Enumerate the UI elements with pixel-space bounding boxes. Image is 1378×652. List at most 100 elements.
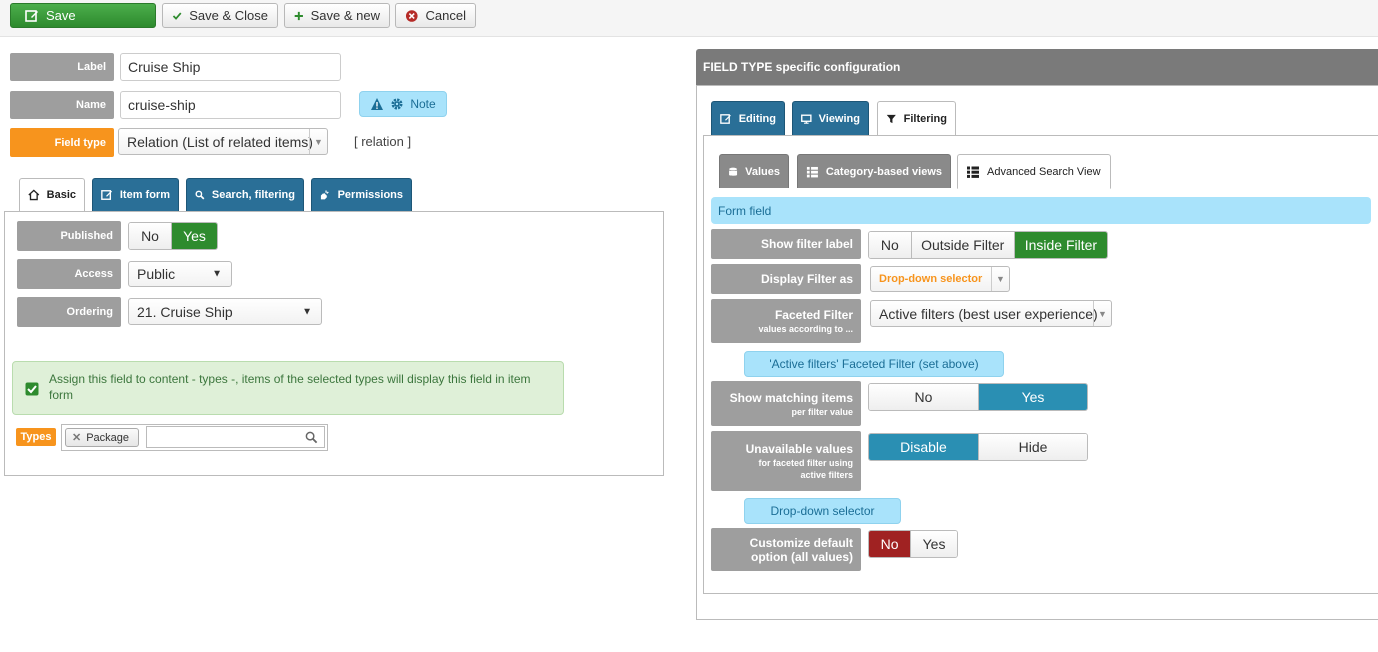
monitor-icon — [801, 114, 812, 124]
save-new-button[interactable]: Save & new — [284, 3, 390, 28]
show-filter-label-label: Show filter label — [711, 229, 861, 259]
tab-basic[interactable]: Basic — [19, 178, 85, 212]
published-yes-option[interactable]: Yes — [171, 223, 217, 249]
chevron-down-icon: ▼ — [302, 306, 312, 317]
name-field-label: Name — [10, 91, 114, 119]
check-icon — [172, 12, 182, 20]
field-type-label: Field type — [10, 128, 114, 157]
save-close-button[interactable]: Save & Close — [162, 3, 278, 28]
tab-editing[interactable]: Editing — [711, 101, 785, 135]
name-input[interactable]: cruise-ship — [120, 91, 341, 119]
tab-viewing[interactable]: Viewing — [792, 101, 869, 135]
ua-disable-option[interactable]: Disable — [869, 434, 978, 460]
warning-icon — [371, 98, 384, 110]
subtab-advanced-search[interactable]: Advanced Search View — [957, 154, 1111, 189]
remove-tag-icon[interactable]: ✕ — [72, 431, 81, 444]
search-icon — [195, 190, 205, 200]
label-field-label: Label — [10, 53, 114, 81]
toolbar: Save Save & Close Save & new Cancel — [0, 0, 1378, 37]
published-toggle[interactable]: No Yes — [128, 222, 218, 250]
tab-item-form[interactable]: Item form — [92, 178, 179, 211]
home-icon — [28, 189, 40, 201]
tab-permissions[interactable]: Permissions — [311, 178, 412, 211]
checkbox-checked-icon[interactable] — [25, 382, 39, 396]
subtab-category-views[interactable]: Category-based views — [797, 154, 951, 188]
customize-default-toggle[interactable]: No Yes — [868, 530, 958, 558]
plug-icon — [320, 190, 329, 200]
field-type-select[interactable]: Relation (List of related items) ▼ — [118, 128, 328, 155]
display-filter-value: Drop-down selector — [879, 273, 983, 285]
form-field-header: Form field — [711, 197, 1371, 224]
field-type-value: Relation (List of related items) — [127, 133, 313, 150]
show-matching-label: Show matching items per filter value — [711, 381, 861, 426]
cancel-button[interactable]: Cancel — [395, 3, 476, 28]
tab-basic-label: Basic — [46, 189, 76, 201]
show-matching-title: Show matching items — [729, 390, 853, 405]
label-input[interactable]: Cruise Ship — [120, 53, 341, 81]
note-label: Note — [410, 97, 436, 111]
display-filter-as-label: Display Filter as — [711, 264, 861, 294]
type-tag-package: ✕ Package — [65, 428, 139, 447]
customize-default-label: Customize default option (all values) — [711, 528, 861, 571]
save-new-label: Save & new — [310, 8, 380, 23]
customize-title1: Customize default — [749, 535, 853, 550]
published-label: Published — [17, 221, 121, 251]
sm-yes-option[interactable]: Yes — [978, 384, 1087, 410]
unavailable-toggle[interactable]: Disable Hide — [868, 433, 1088, 461]
gear-icon — [391, 98, 403, 110]
chevron-down-icon: ▼ — [991, 267, 1009, 291]
edit-icon — [25, 9, 38, 22]
edit-icon — [101, 190, 113, 200]
tab-editing-label: Editing — [738, 112, 776, 125]
types-search-input[interactable] — [146, 426, 325, 448]
faceted-filter-select[interactable]: Active filters (best user experience) ▼ — [870, 300, 1112, 327]
sfl-inside-option[interactable]: Inside Filter — [1013, 232, 1107, 258]
ordering-select[interactable]: 21. Cruise Ship ▼ — [128, 298, 322, 325]
faceted-filter-label: Faceted Filter values according to ... — [711, 299, 861, 343]
subtab-category-views-label: Category-based views — [825, 165, 942, 178]
edit-icon — [720, 113, 731, 124]
access-label: Access — [17, 259, 121, 289]
sfl-no-option[interactable]: No — [869, 232, 911, 258]
display-filter-select[interactable]: Drop-down selector ▼ — [870, 266, 1010, 292]
show-filter-label-toggle[interactable]: No Outside Filter Inside Filter — [868, 231, 1108, 259]
ua-hide-option[interactable]: Hide — [978, 434, 1087, 460]
save-button[interactable]: Save — [10, 3, 156, 28]
note-button[interactable]: Note — [359, 91, 447, 117]
subtab-values-label: Values — [745, 165, 780, 178]
types-label: Types — [16, 428, 56, 446]
sfl-outside-option[interactable]: Outside Filter — [910, 232, 1014, 258]
ordering-label: Ordering — [17, 297, 121, 327]
cust-yes-option[interactable]: Yes — [910, 531, 957, 557]
dropdown-selector-note: Drop-down selector — [744, 498, 901, 524]
types-multiselect[interactable]: ✕ Package — [61, 424, 328, 451]
cancel-label: Cancel — [425, 8, 466, 23]
faceted-filter-title: Faceted Filter — [774, 308, 853, 322]
faceted-filter-value: Active filters (best user experience) — [879, 305, 1098, 322]
access-select[interactable]: Public ▼ — [128, 261, 232, 287]
assign-text: Assign this field to content - types -, … — [49, 372, 531, 402]
faceted-filter-sub: values according to ... — [758, 324, 853, 334]
ordering-value: 21. Cruise Ship — [137, 303, 233, 320]
field-type-config-header: FIELD TYPE specific configuration — [696, 49, 1378, 85]
filter-icon — [886, 114, 896, 123]
type-tag-label: Package — [86, 431, 130, 444]
search-icon — [305, 431, 318, 444]
customize-title2: option (all values) — [750, 549, 853, 564]
unavailable-sub2: active filters — [800, 470, 853, 480]
published-no-option[interactable]: No — [129, 223, 172, 249]
chevron-down-icon: ▼ — [1093, 301, 1111, 326]
unavailable-sub1: for faceted filter using — [758, 458, 853, 468]
tab-filtering[interactable]: Filtering — [877, 101, 956, 136]
field-type-code: [ relation ] — [354, 134, 412, 149]
tab-viewing-label: Viewing — [818, 112, 860, 125]
access-value: Public — [137, 266, 176, 282]
cust-no-option[interactable]: No — [869, 531, 911, 557]
sm-no-option[interactable]: No — [869, 384, 978, 410]
plus-icon — [294, 11, 303, 20]
list-icon — [967, 166, 979, 178]
subtab-values[interactable]: Values — [719, 154, 789, 188]
show-matching-toggle[interactable]: No Yes — [868, 383, 1088, 411]
tab-search-filtering[interactable]: Search, filtering — [186, 178, 304, 211]
tab-permissions-label: Permissions — [337, 189, 403, 201]
